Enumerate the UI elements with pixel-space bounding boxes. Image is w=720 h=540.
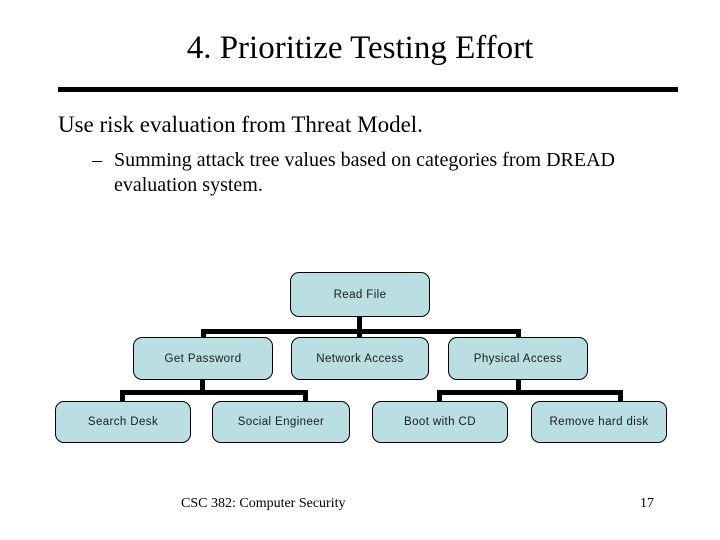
connector-get-password-drop: [200, 380, 205, 393]
tree-node-remove-hard-disk[interactable]: Remove hard disk: [531, 401, 667, 443]
tree-node-read-file[interactable]: Read File: [290, 272, 430, 317]
attack-tree-diagram: Read File Get Password Network Access Ph…: [0, 0, 720, 540]
footer-course-label: CSC 382: Computer Security: [181, 496, 346, 511]
connector-physical-access-drop: [516, 380, 521, 393]
body-bullet-level2: – Summing attack tree values based on ca…: [92, 148, 652, 198]
body-bullet-level2-text: Summing attack tree values based on cate…: [114, 149, 615, 196]
tree-node-get-password[interactable]: Get Password: [133, 337, 273, 380]
connector-level2-bus: [201, 329, 521, 334]
tree-node-search-desk[interactable]: Search Desk: [55, 401, 191, 443]
connector-root-drop: [357, 317, 362, 333]
tree-node-social-engineer[interactable]: Social Engineer: [212, 401, 350, 443]
footer-page-number: 17: [640, 496, 654, 511]
tree-node-boot-with-cd[interactable]: Boot with CD: [372, 401, 508, 443]
connector-level3-bus-left: [120, 390, 308, 395]
connector-level3-bus-right: [437, 390, 623, 395]
tree-node-physical-access[interactable]: Physical Access: [448, 337, 588, 380]
body-bullet-level1: Use risk evaluation from Threat Model.: [58, 112, 423, 137]
page-title: 4. Prioritize Testing Effort: [186, 30, 534, 66]
bullet-dash-icon: –: [92, 149, 102, 171]
tree-node-network-access[interactable]: Network Access: [291, 337, 429, 380]
title-divider: [58, 87, 678, 92]
